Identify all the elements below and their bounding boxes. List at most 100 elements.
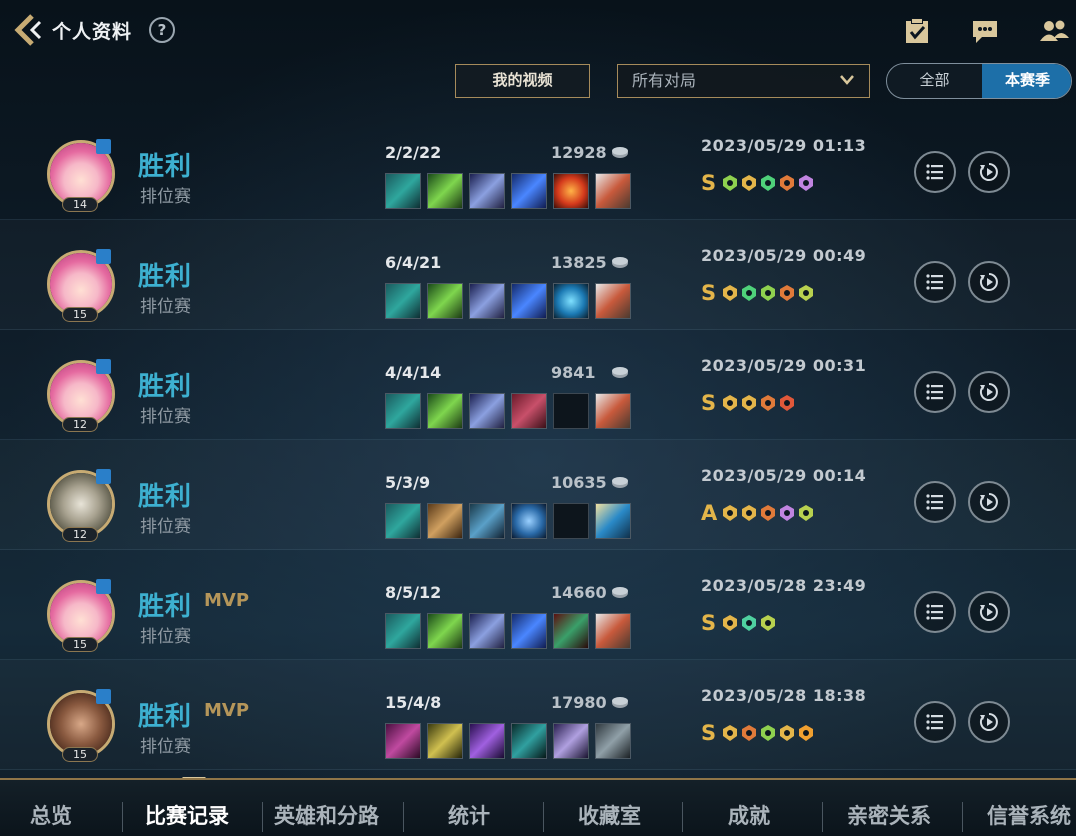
match-type-select[interactable]: 所有对局 — [617, 64, 870, 98]
achievement-badge-icon — [761, 505, 775, 521]
nav-tab[interactable]: 统计 — [448, 780, 490, 836]
item-icon[interactable] — [595, 723, 631, 759]
match-row[interactable]: 15 胜利 排位赛 6/4/21 13825 2023/05/29 00:49 S — [0, 220, 1076, 330]
nav-tab[interactable]: 成就 — [728, 780, 770, 836]
match-row[interactable]: 15 胜利 MVP 排位赛 15/4/8 17980 2023/05/28 18:38 S — [0, 660, 1076, 770]
back-icon[interactable] — [10, 12, 44, 48]
bottom-nav: 总览 比赛记录 英雄和分路 统计 收藏室 成就 亲密关系 信誉系统 — [0, 778, 1076, 836]
item-icon[interactable] — [595, 503, 631, 539]
item-icon[interactable] — [595, 613, 631, 649]
nav-tab[interactable]: 比赛记录 — [145, 780, 229, 836]
item-icon[interactable] — [469, 173, 505, 209]
list-icon — [926, 494, 943, 510]
rank-badge-icon — [96, 469, 111, 484]
match-row[interactable]: 14 胜利 排位赛 2/2/22 12928 2023/05/29 01:13 S — [0, 110, 1076, 220]
match-details-button[interactable] — [914, 261, 956, 303]
item-icon[interactable] — [553, 173, 589, 209]
item-icon[interactable] — [595, 173, 631, 209]
achievement-badge-icon — [780, 725, 794, 741]
item-icon[interactable] — [469, 283, 505, 319]
item-icon[interactable] — [427, 723, 463, 759]
nav-tab[interactable]: 亲密关系 — [847, 780, 931, 836]
achievement-badge-icon — [799, 285, 813, 301]
kda: 2/2/22 — [385, 143, 442, 162]
mvp-badge: MVP — [204, 590, 250, 611]
replay-icon — [979, 493, 998, 511]
item-icon[interactable] — [595, 283, 631, 319]
achievement-badge-icon — [723, 395, 737, 411]
toggle-season-option[interactable]: 本赛季 — [982, 64, 1071, 98]
item-icon[interactable] — [385, 613, 421, 649]
item-icon[interactable] — [385, 283, 421, 319]
item-icon[interactable] — [385, 393, 421, 429]
item-icon[interactable] — [427, 283, 463, 319]
item-icon[interactable] — [511, 613, 547, 649]
item-icon[interactable] — [469, 503, 505, 539]
achievement-badge-icon — [780, 175, 794, 191]
item-icon[interactable] — [385, 723, 421, 759]
item-icon[interactable] — [553, 613, 589, 649]
nav-tab[interactable]: 信誉系统 — [987, 780, 1071, 836]
game-mode: 排位赛 — [140, 407, 191, 427]
item-icon[interactable] — [427, 173, 463, 209]
match-details-button[interactable] — [914, 481, 956, 523]
achievement-badge-icon — [761, 285, 775, 301]
item-icon[interactable] — [427, 503, 463, 539]
match-details-button[interactable] — [914, 371, 956, 413]
item-icon[interactable] — [469, 613, 505, 649]
item-icon[interactable] — [385, 173, 421, 209]
item-icon[interactable] — [469, 723, 505, 759]
game-mode: 排位赛 — [140, 187, 191, 207]
match-details-button[interactable] — [914, 151, 956, 193]
nav-tab[interactable]: 总览 — [30, 780, 72, 836]
gold-coin-icon — [612, 257, 628, 268]
gold-coin-icon — [612, 147, 628, 158]
item-slot-empty[interactable] — [553, 503, 589, 539]
gold-amount: 17980 — [551, 693, 607, 712]
item-icon[interactable] — [511, 173, 547, 209]
item-icon[interactable] — [553, 723, 589, 759]
header: 个人资料 ? — [0, 0, 1076, 62]
item-icon[interactable] — [427, 613, 463, 649]
match-details-button[interactable] — [914, 591, 956, 633]
task-icon[interactable] — [902, 16, 932, 46]
item-icon[interactable] — [469, 393, 505, 429]
match-row[interactable]: 15 胜利 MVP 排位赛 8/5/12 14660 2023/05/28 23:49 S — [0, 550, 1076, 660]
replay-button[interactable] — [968, 151, 1010, 193]
match-row[interactable]: 12 胜利 排位赛 5/3/9 10635 2023/05/29 00:14 A — [0, 440, 1076, 550]
replay-button[interactable] — [968, 261, 1010, 303]
item-icon[interactable] — [511, 393, 547, 429]
champion-level: 12 — [62, 527, 98, 542]
game-mode: 排位赛 — [140, 737, 191, 757]
replay-button[interactable] — [968, 371, 1010, 413]
item-icon[interactable] — [385, 503, 421, 539]
nav-tab[interactable]: 收藏室 — [578, 780, 641, 836]
chat-icon[interactable] — [970, 16, 1000, 46]
achievement-badge-icon — [723, 505, 737, 521]
toggle-all-option[interactable]: 全部 — [887, 64, 982, 98]
replay-button[interactable] — [968, 701, 1010, 743]
match-result: 胜利 — [138, 262, 193, 292]
achievement-badge-icon — [723, 615, 737, 631]
achievement-badge-icon — [742, 175, 756, 191]
item-icon[interactable] — [511, 723, 547, 759]
match-details-button[interactable] — [914, 701, 956, 743]
game-mode: 排位赛 — [140, 627, 191, 647]
item-icon[interactable] — [553, 283, 589, 319]
achievement-badge-icon — [761, 725, 775, 741]
friends-icon[interactable] — [1038, 16, 1069, 46]
gold-coin-icon — [612, 587, 628, 598]
item-icon[interactable] — [511, 503, 547, 539]
replay-button[interactable] — [968, 481, 1010, 523]
item-icon[interactable] — [427, 393, 463, 429]
item-icon[interactable] — [595, 393, 631, 429]
match-row[interactable]: 12 胜利 排位赛 4/4/14 9841 2023/05/29 00:31 S — [0, 330, 1076, 440]
item-slot-empty[interactable] — [553, 393, 589, 429]
item-icon[interactable] — [511, 283, 547, 319]
kda: 5/3/9 — [385, 473, 431, 492]
help-icon[interactable]: ? — [149, 17, 175, 43]
replay-button[interactable] — [968, 591, 1010, 633]
nav-tab[interactable]: 英雄和分路 — [274, 780, 379, 836]
grade: S — [701, 171, 717, 195]
my-videos-button[interactable]: 我的视频 — [455, 64, 590, 98]
